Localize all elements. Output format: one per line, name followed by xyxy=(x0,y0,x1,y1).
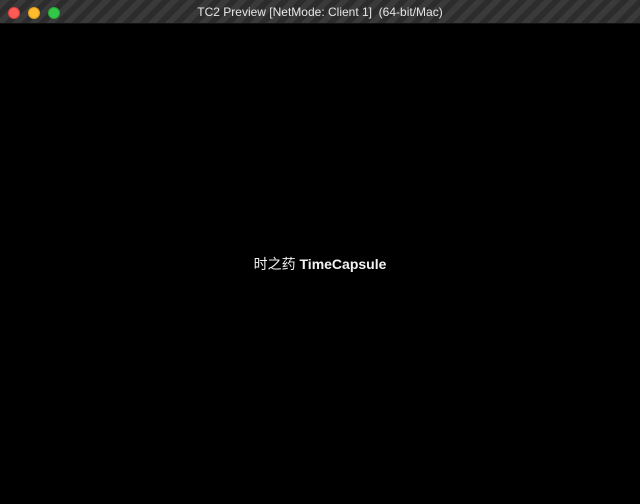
app-window: TC2 Preview [NetMode: Client 1] (64-bit/… xyxy=(0,0,640,504)
splash-title-english: TimeCapsule xyxy=(299,256,387,272)
window-title: TC2 Preview [NetMode: Client 1] (64-bit/… xyxy=(197,5,443,19)
title-bar[interactable]: TC2 Preview [NetMode: Client 1] (64-bit/… xyxy=(0,0,640,24)
game-viewport[interactable]: 时之药 TimeCapsule xyxy=(0,24,640,504)
splash-title: 时之药 TimeCapsule xyxy=(0,254,640,274)
splash-title-chinese: 时之药 xyxy=(253,256,296,272)
